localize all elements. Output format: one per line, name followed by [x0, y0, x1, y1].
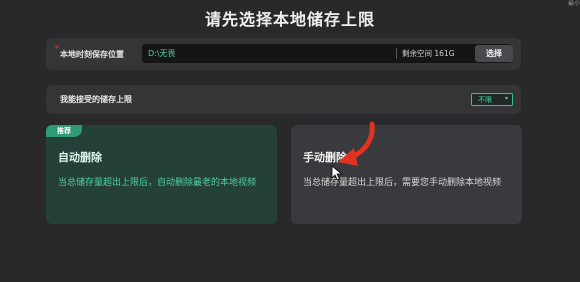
save-path-field[interactable]: D:\无畏 剩余空间 161G 选择: [142, 44, 513, 63]
recommended-badge: 推荐: [46, 125, 82, 137]
save-path-value: D:\无畏: [148, 49, 176, 58]
page-title: 请先选择本地储存上限: [204, 10, 375, 29]
auto-delete-title: 自动删除: [58, 151, 102, 164]
save-location-label: 本地时刻保存位置: [60, 50, 124, 59]
auto-delete-description: 当总储存量超出上限后，自动删除最老的本地视频: [58, 178, 257, 188]
storage-limit-row: 我能接受的储存上限 不限 ▾: [46, 85, 521, 114]
storage-limit-value: 不限: [478, 96, 492, 104]
auto-delete-card[interactable]: 推荐 自动删除 当总储存量超出上限后，自动删除最老的本地视频: [46, 125, 277, 224]
chevron-down-icon: ▾: [504, 95, 508, 102]
choose-folder-button[interactable]: 选择: [475, 45, 513, 62]
field-divider: [396, 48, 397, 59]
free-space-text: 剩余空间 161G: [402, 49, 455, 58]
storage-limit-select[interactable]: 不限 ▾: [471, 93, 513, 106]
manual-delete-card[interactable]: 手动删除 当总储存量超出上限后，需要您手动删除本地视频: [291, 125, 522, 224]
save-location-row: * 本地时刻保存位置 D:\无畏 剩余空间 161G 选择: [46, 38, 521, 70]
mouse-cursor-icon: [331, 165, 343, 181]
storage-limit-dialog: 最小 请先选择本地储存上限 * 本地时刻保存位置 D:\无畏 剩余空间 161G…: [0, 0, 580, 282]
storage-limit-label: 我能接受的储存上限: [60, 95, 132, 104]
required-mark: *: [55, 44, 59, 53]
